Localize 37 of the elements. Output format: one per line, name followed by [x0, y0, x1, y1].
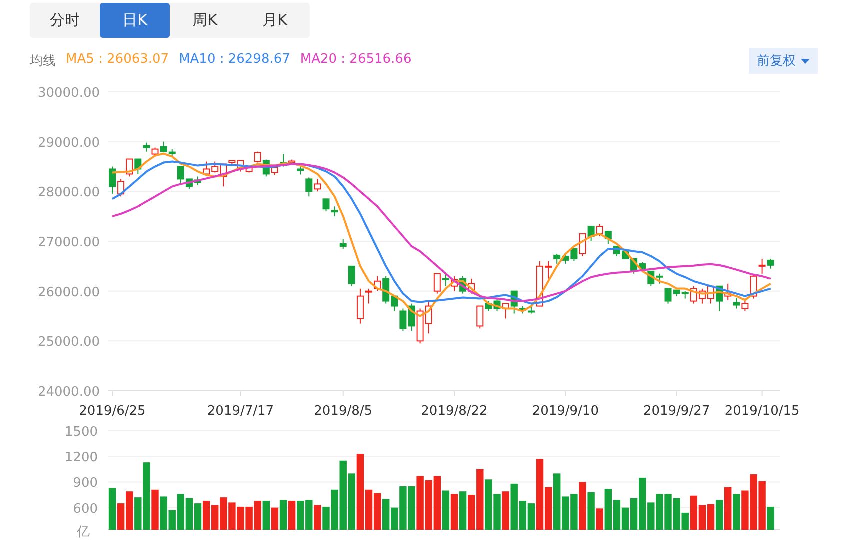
legend-item: MA20 : 26516.66	[300, 52, 412, 69]
candlestick	[280, 154, 287, 168]
date-label: 2019/8/5	[314, 404, 373, 419]
axis-label: 25000.00	[38, 335, 100, 350]
date-label: 2019/9/10	[532, 404, 599, 419]
axis-label: 900	[73, 476, 98, 492]
date-label: 2019/10/15	[724, 404, 800, 419]
candlestick	[451, 276, 458, 292]
candlestick	[340, 238, 347, 250]
axis-label: 1200	[64, 450, 98, 466]
period-tab[interactable]: 分时	[30, 3, 100, 38]
axis-label: 26000.00	[38, 285, 100, 300]
legend-item: MA5 : 26063.07	[66, 52, 170, 69]
candlestick	[194, 176, 202, 186]
axis-label: 27000.00	[38, 236, 100, 250]
legend-label: 均线	[30, 53, 56, 70]
date-label: 2019/9/27	[643, 404, 710, 419]
candlestick	[109, 166, 116, 195]
axis-label: 28000.00	[38, 186, 100, 201]
period-tab[interactable]: 月K	[240, 3, 310, 38]
axis-label: 1500	[64, 425, 98, 440]
candlestick	[536, 260, 544, 307]
date-label: 2019/8/22	[421, 404, 488, 419]
date-label: 2019/7/17	[207, 404, 274, 419]
period-tab[interactable]: 周K	[170, 3, 240, 38]
axis-label: 30000.00	[38, 86, 100, 101]
period-tab[interactable]: 日K	[100, 3, 170, 38]
date-label: 2019/6/25	[79, 404, 146, 419]
axis-label: 600	[73, 502, 98, 517]
price-adjust-dropdown[interactable]: 前复权	[749, 48, 818, 74]
axis-label: 24000.00	[38, 385, 100, 400]
unit-label: 亿	[77, 525, 90, 540]
candlestick	[708, 286, 714, 304]
candlestick	[366, 288, 372, 304]
axis-label: 29000.00	[38, 136, 100, 151]
caret-icon	[801, 58, 810, 64]
legend-item: MA10 : 26298.67	[179, 52, 290, 69]
